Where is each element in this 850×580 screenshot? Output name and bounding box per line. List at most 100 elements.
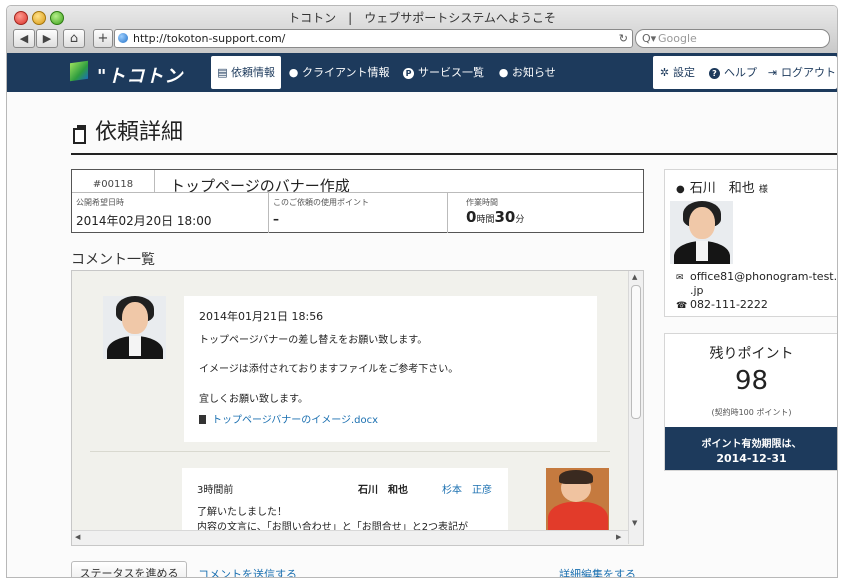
horizontal-scrollbar[interactable]: ◀ ▶ [72, 530, 628, 545]
expiry-label: ポイント有効期限は、 [701, 439, 802, 450]
request-fields: 公開希望日時 2014年02月20日 18:00 このご依頼の使用ポイント – … [72, 192, 643, 233]
nav-label: お知らせ [512, 66, 556, 79]
field-label: 公開希望日時 [76, 198, 124, 207]
points-title: 残りポイント [709, 346, 794, 362]
reload-icon[interactable]: ↻ [619, 30, 628, 47]
points-note: (契約時100 ポイント) [711, 408, 792, 417]
points-card: 残りポイント 98 (契約時100 ポイント) ポイント有効期限は、 2014-… [664, 333, 837, 471]
speech-bubble-icon: ● [498, 66, 509, 79]
person-icon: ● [676, 184, 685, 195]
globe-icon [118, 33, 128, 43]
comment-author: 石川 和也 [358, 485, 408, 496]
home-icon: ⌂ [69, 31, 79, 46]
settings-link[interactable]: ✲ 設定 [659, 56, 695, 89]
document-icon: ▤ [217, 66, 228, 79]
avatar [546, 468, 609, 531]
field-label: 作業時間 [466, 198, 498, 207]
search-icon: Q▾ [642, 32, 657, 45]
comments-panel[interactable]: 2014年01月21日 18:56 トップページバナーの差し替えをお願い致します… [71, 270, 644, 546]
nav-item-notices[interactable]: ● お知らせ [498, 53, 556, 92]
scroll-right-icon[interactable]: ▶ [616, 533, 621, 541]
honorific: 様 [758, 185, 768, 195]
points-used-field: このご依頼の使用ポイント – [269, 193, 448, 233]
field-value: – [273, 212, 279, 226]
window-title: トコトン | ウェブサポートシステムへようこそ [288, 11, 556, 25]
nav-item-services[interactable]: P サービス一覧 [403, 53, 484, 92]
add-bookmark-button[interactable]: + [93, 29, 113, 48]
comment-line: イメージは添付されておりますファイルをご参考下さい。 [199, 364, 459, 375]
scroll-left-icon[interactable]: ◀ [75, 533, 80, 541]
comment-line: トップページバナーの差し替えをお願い致します。 [199, 335, 428, 346]
hours-unit: 時間 [476, 215, 495, 225]
comment-timestamp: 2014年01月21日 18:56 [199, 310, 324, 323]
avatar [103, 296, 166, 359]
client-phone: ☎ 082-111-2222 [676, 298, 768, 311]
mail-icon: ✉ [676, 273, 684, 283]
help-link[interactable]: ? ヘルプ [709, 56, 757, 89]
work-time-field: 作業時間 0時間30分 [448, 193, 643, 233]
publish-date-field: 公開希望日時 2014年02月20日 18:00 [72, 193, 269, 233]
client-email-cont: .jp [690, 284, 704, 297]
address-bar[interactable]: http://tokoton-support.com/ ↻ [114, 29, 633, 48]
page-title: 依頼詳細 [95, 120, 184, 145]
expiry-date: 2014-12-31 [716, 452, 787, 465]
comments-scrollbar[interactable]: ▲ ▼ [628, 271, 643, 544]
send-comment-link[interactable]: コメントを送信する [198, 566, 297, 577]
plus-icon: + [97, 31, 109, 46]
hours-value: 0 [466, 208, 477, 226]
phone-icon: ☎ [676, 301, 688, 311]
question-icon: ? [709, 68, 720, 79]
points-expiry: ポイント有効期限は、 2014-12-31 [665, 427, 837, 470]
site-nav: "トコトン ▤ 依頼情報 ● クライアント情報 P サービス一覧 ● お知らせ ✲ 設定 … [7, 53, 837, 92]
browser-chrome: トコトン | ウェブサポートシステムへようこそ ◀ ▶ ⌂ + http://t… [7, 6, 837, 54]
person-icon: ● [288, 66, 299, 79]
forward-button[interactable]: ▶ [36, 29, 58, 48]
client-avatar [670, 201, 733, 264]
comment-recipient[interactable]: 杉本 正彦 [442, 481, 492, 496]
client-name: 石川 和也 [689, 181, 755, 196]
account-menu: ✲ 設定 ? ヘルプ ⇥ ログアウト [653, 56, 837, 89]
email-text: office81@phonogram-test.co [690, 270, 838, 283]
site-logo[interactable]: "トコトン [97, 62, 183, 88]
edit-details-link[interactable]: 詳細編集をする [559, 566, 636, 577]
nav-item-clients[interactable]: ● クライアント情報 [288, 53, 390, 92]
search-input[interactable]: Q▾ Google [635, 29, 830, 48]
comment-line: 宜しくお願い致します。 [199, 394, 308, 405]
comment-bubble: 3時間前 石川 和也 杉本 正彦 了解いたしました！ 内容の文言に、「お問い合わ… [182, 468, 508, 538]
field-value: 2014年02月20日 18:00 [76, 214, 212, 228]
page-content: 依頼詳細 #00118 トップページのバナー作成 公開希望日時 2014年02月… [7, 92, 837, 577]
client-card: ● 石川 和也 様 ✉ office81@phonogram-test.co .jp… [664, 169, 838, 317]
minutes-value: 30 [494, 208, 516, 226]
comment-line: 了解いたしました！ [197, 507, 287, 518]
attachment-link[interactable]: トップページバナーのイメージ.docx [199, 411, 378, 426]
request-id: #00118 [72, 170, 155, 192]
home-button[interactable]: ⌂ [63, 29, 85, 48]
advance-status-button[interactable]: ステータスを進める [71, 561, 187, 577]
nav-label: 依頼情報 [231, 66, 275, 79]
search-placeholder: Google [658, 32, 697, 45]
logout-icon: ⇥ [767, 66, 778, 79]
title-divider [71, 153, 837, 155]
back-arrow-icon: ◀ [19, 32, 29, 45]
phone-text: 082-111-2222 [690, 298, 768, 311]
field-label: このご依頼の使用ポイント [273, 198, 369, 207]
nav-item-requests[interactable]: ▤ 依頼情報 [211, 56, 281, 89]
nav-label: サービス一覧 [418, 66, 484, 79]
request-summary: #00118 トップページのバナー作成 公開希望日時 2014年02月20日 1… [71, 169, 644, 233]
client-email[interactable]: ✉ office81@phonogram-test.co [676, 270, 838, 283]
back-button[interactable]: ◀ [13, 29, 35, 48]
p-circle-icon: P [403, 68, 414, 79]
browser-window: トコトン | ウェブサポートシステムへようこそ ◀ ▶ ⌂ + http://t… [6, 5, 838, 578]
logout-label: ログアウト [781, 66, 836, 79]
comments-heading: コメント一覧 [71, 252, 155, 268]
minutes-unit: 分 [515, 215, 525, 225]
comment-bubble: 2014年01月21日 18:56 トップページバナーの差し替えをお願い致します… [184, 296, 597, 442]
logout-link[interactable]: ⇥ ログアウト [767, 56, 836, 89]
scroll-down-icon[interactable]: ▼ [632, 519, 637, 527]
scroll-up-icon[interactable]: ▲ [632, 273, 637, 281]
scrollbar-thumb[interactable] [631, 285, 641, 419]
help-label: ヘルプ [724, 66, 757, 79]
client-name-row: ● 石川 和也 様 [676, 177, 768, 196]
forward-arrow-icon: ▶ [42, 32, 52, 45]
points-value: 98 [734, 366, 769, 396]
